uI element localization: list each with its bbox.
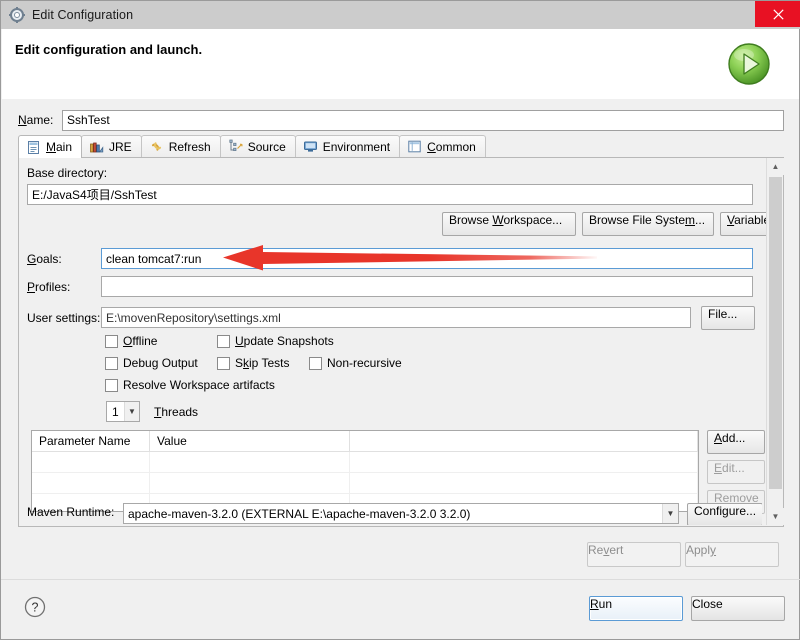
close-dialog-button[interactable]: Close xyxy=(691,596,785,621)
tab-label: Common xyxy=(427,139,476,154)
checkbox-label: Update Snapshots xyxy=(235,334,334,348)
header-title: Edit configuration and launch. xyxy=(15,42,203,57)
footer-divider xyxy=(1,579,800,580)
tab-body-main: Base directory: Browse Workspace... Brow… xyxy=(18,158,784,527)
checkbox-box[interactable] xyxy=(105,378,118,392)
user-settings-input[interactable] xyxy=(101,307,691,328)
checkbox-update-snapshots[interactable]: Update Snapshots xyxy=(217,334,334,348)
tab-main[interactable]: Main xyxy=(18,135,83,158)
close-button[interactable] xyxy=(755,1,800,27)
add-parameter-button[interactable]: Add... xyxy=(707,430,765,454)
threads-combo[interactable]: 1 ▼ xyxy=(106,401,140,422)
checkbox-box[interactable] xyxy=(217,334,230,348)
checkbox-label: Debug Output xyxy=(123,356,198,370)
browse-workspace-button[interactable]: Browse Workspace... xyxy=(442,212,576,236)
checkbox-label: Offline xyxy=(123,334,158,348)
gear-icon xyxy=(9,7,25,23)
tab-label: JRE xyxy=(109,139,132,154)
window-title: Edit Configuration xyxy=(32,8,134,22)
tab-label: Refresh xyxy=(168,139,211,154)
tab-source[interactable]: Source xyxy=(219,135,296,157)
variables-button[interactable]: Variables... xyxy=(720,212,767,236)
table-row[interactable] xyxy=(32,452,698,473)
checkbox-label: Resolve Workspace artifacts xyxy=(123,378,275,392)
checkbox-resolve-workspace-artifacts[interactable]: Resolve Workspace artifacts xyxy=(105,378,275,392)
maven-runtime-combo[interactable]: apache-maven-3.2.0 (EXTERNAL E:\apache-m… xyxy=(123,503,679,524)
maven-runtime-configure-button[interactable]: Configure... xyxy=(687,503,762,525)
main-vertical-scrollbar[interactable]: ▲ ▼ xyxy=(766,158,784,525)
maven-runtime-row: Maven Runtime: apache-maven-3.2.0 (EXTER… xyxy=(27,503,762,525)
checkbox-box[interactable] xyxy=(217,356,230,370)
scroll-down-arrow-icon[interactable]: ▼ xyxy=(767,508,784,525)
parameters-table[interactable]: Parameter Name Value xyxy=(31,430,699,512)
user-settings-label: User settings: xyxy=(27,311,101,325)
question-mark-icon[interactable]: ? xyxy=(23,595,47,619)
document-icon xyxy=(26,140,41,155)
user-settings-file-button[interactable]: File... xyxy=(701,306,755,330)
profiles-input[interactable] xyxy=(101,276,753,297)
checkbox-box[interactable] xyxy=(309,356,322,370)
profiles-label: Profiles: xyxy=(27,280,71,294)
run-button[interactable]: Run xyxy=(589,596,683,621)
chevron-down-icon: ▼ xyxy=(124,402,139,421)
jre-library-icon xyxy=(89,139,104,154)
maven-runtime-label: Maven Runtime: xyxy=(27,505,115,519)
checkbox-box[interactable] xyxy=(105,356,118,370)
checkbox-offline[interactable]: Offline xyxy=(105,334,157,348)
edit-configuration-dialog: Edit Configuration Edit configuration an… xyxy=(0,0,800,640)
scroll-up-arrow-icon[interactable]: ▲ xyxy=(767,158,784,175)
tab-strip: Main JRE Refresh Source Environment Comm… xyxy=(18,135,784,158)
checkbox-debug-output[interactable]: Debug Output xyxy=(105,356,198,370)
checkbox-label: Non-recursive xyxy=(327,356,402,370)
threads-value: 1 xyxy=(112,404,119,419)
chevron-down-icon: ▼ xyxy=(662,504,678,523)
checkbox-non-recursive[interactable]: Non-recursive xyxy=(309,356,402,370)
name-row: Name: xyxy=(18,109,784,131)
tab-jre[interactable]: JRE xyxy=(81,135,142,157)
edit-parameter-button[interactable]: Edit... xyxy=(707,460,765,484)
source-tree-icon xyxy=(228,139,243,154)
tab-folder: Main JRE Refresh Source Environment Comm… xyxy=(18,135,784,527)
green-run-play-icon xyxy=(725,40,773,88)
apply-button[interactable]: Apply xyxy=(685,542,779,567)
name-label: Name: xyxy=(18,113,54,127)
dialog-header: Edit configuration and launch. xyxy=(2,29,799,99)
svg-text:?: ? xyxy=(32,601,39,615)
checkbox-label: Skip Tests xyxy=(235,356,290,370)
tab-common[interactable]: Common xyxy=(399,135,486,157)
tab-label: Environment xyxy=(322,139,391,154)
refresh-chain-icon xyxy=(149,139,164,154)
tab-label: Main xyxy=(46,140,73,154)
browse-file-system-button[interactable]: Browse File System... xyxy=(582,212,714,236)
base-directory-input[interactable] xyxy=(27,184,753,205)
tab-refresh[interactable]: Refresh xyxy=(140,135,221,157)
scrollbar-thumb[interactable] xyxy=(769,177,782,489)
table-header-row: Parameter Name Value xyxy=(32,431,698,452)
common-window-icon xyxy=(407,139,422,154)
name-input[interactable] xyxy=(62,109,784,131)
table-row[interactable] xyxy=(32,473,698,494)
column-header-value[interactable]: Value xyxy=(150,431,350,451)
checkbox-box[interactable] xyxy=(105,334,118,348)
column-header-parameter-name[interactable]: Parameter Name xyxy=(32,431,150,451)
threads-label: Threads xyxy=(154,405,199,419)
title-bar: Edit Configuration xyxy=(1,1,800,29)
goals-input[interactable] xyxy=(101,248,753,269)
tab-environment[interactable]: Environment xyxy=(294,135,401,157)
base-directory-label: Base directory: xyxy=(27,166,108,180)
tab-label: Source xyxy=(247,139,286,154)
column-header-filler xyxy=(350,431,698,451)
environment-monitor-icon xyxy=(303,139,318,154)
goals-label: Goals: xyxy=(27,252,62,266)
maven-runtime-value: apache-maven-3.2.0 (EXTERNAL E:\apache-m… xyxy=(128,506,471,521)
main-scroll-area: Base directory: Browse Workspace... Brow… xyxy=(19,158,767,525)
checkbox-skip-tests[interactable]: Skip Tests xyxy=(217,356,289,370)
revert-button[interactable]: Revert xyxy=(587,542,681,567)
